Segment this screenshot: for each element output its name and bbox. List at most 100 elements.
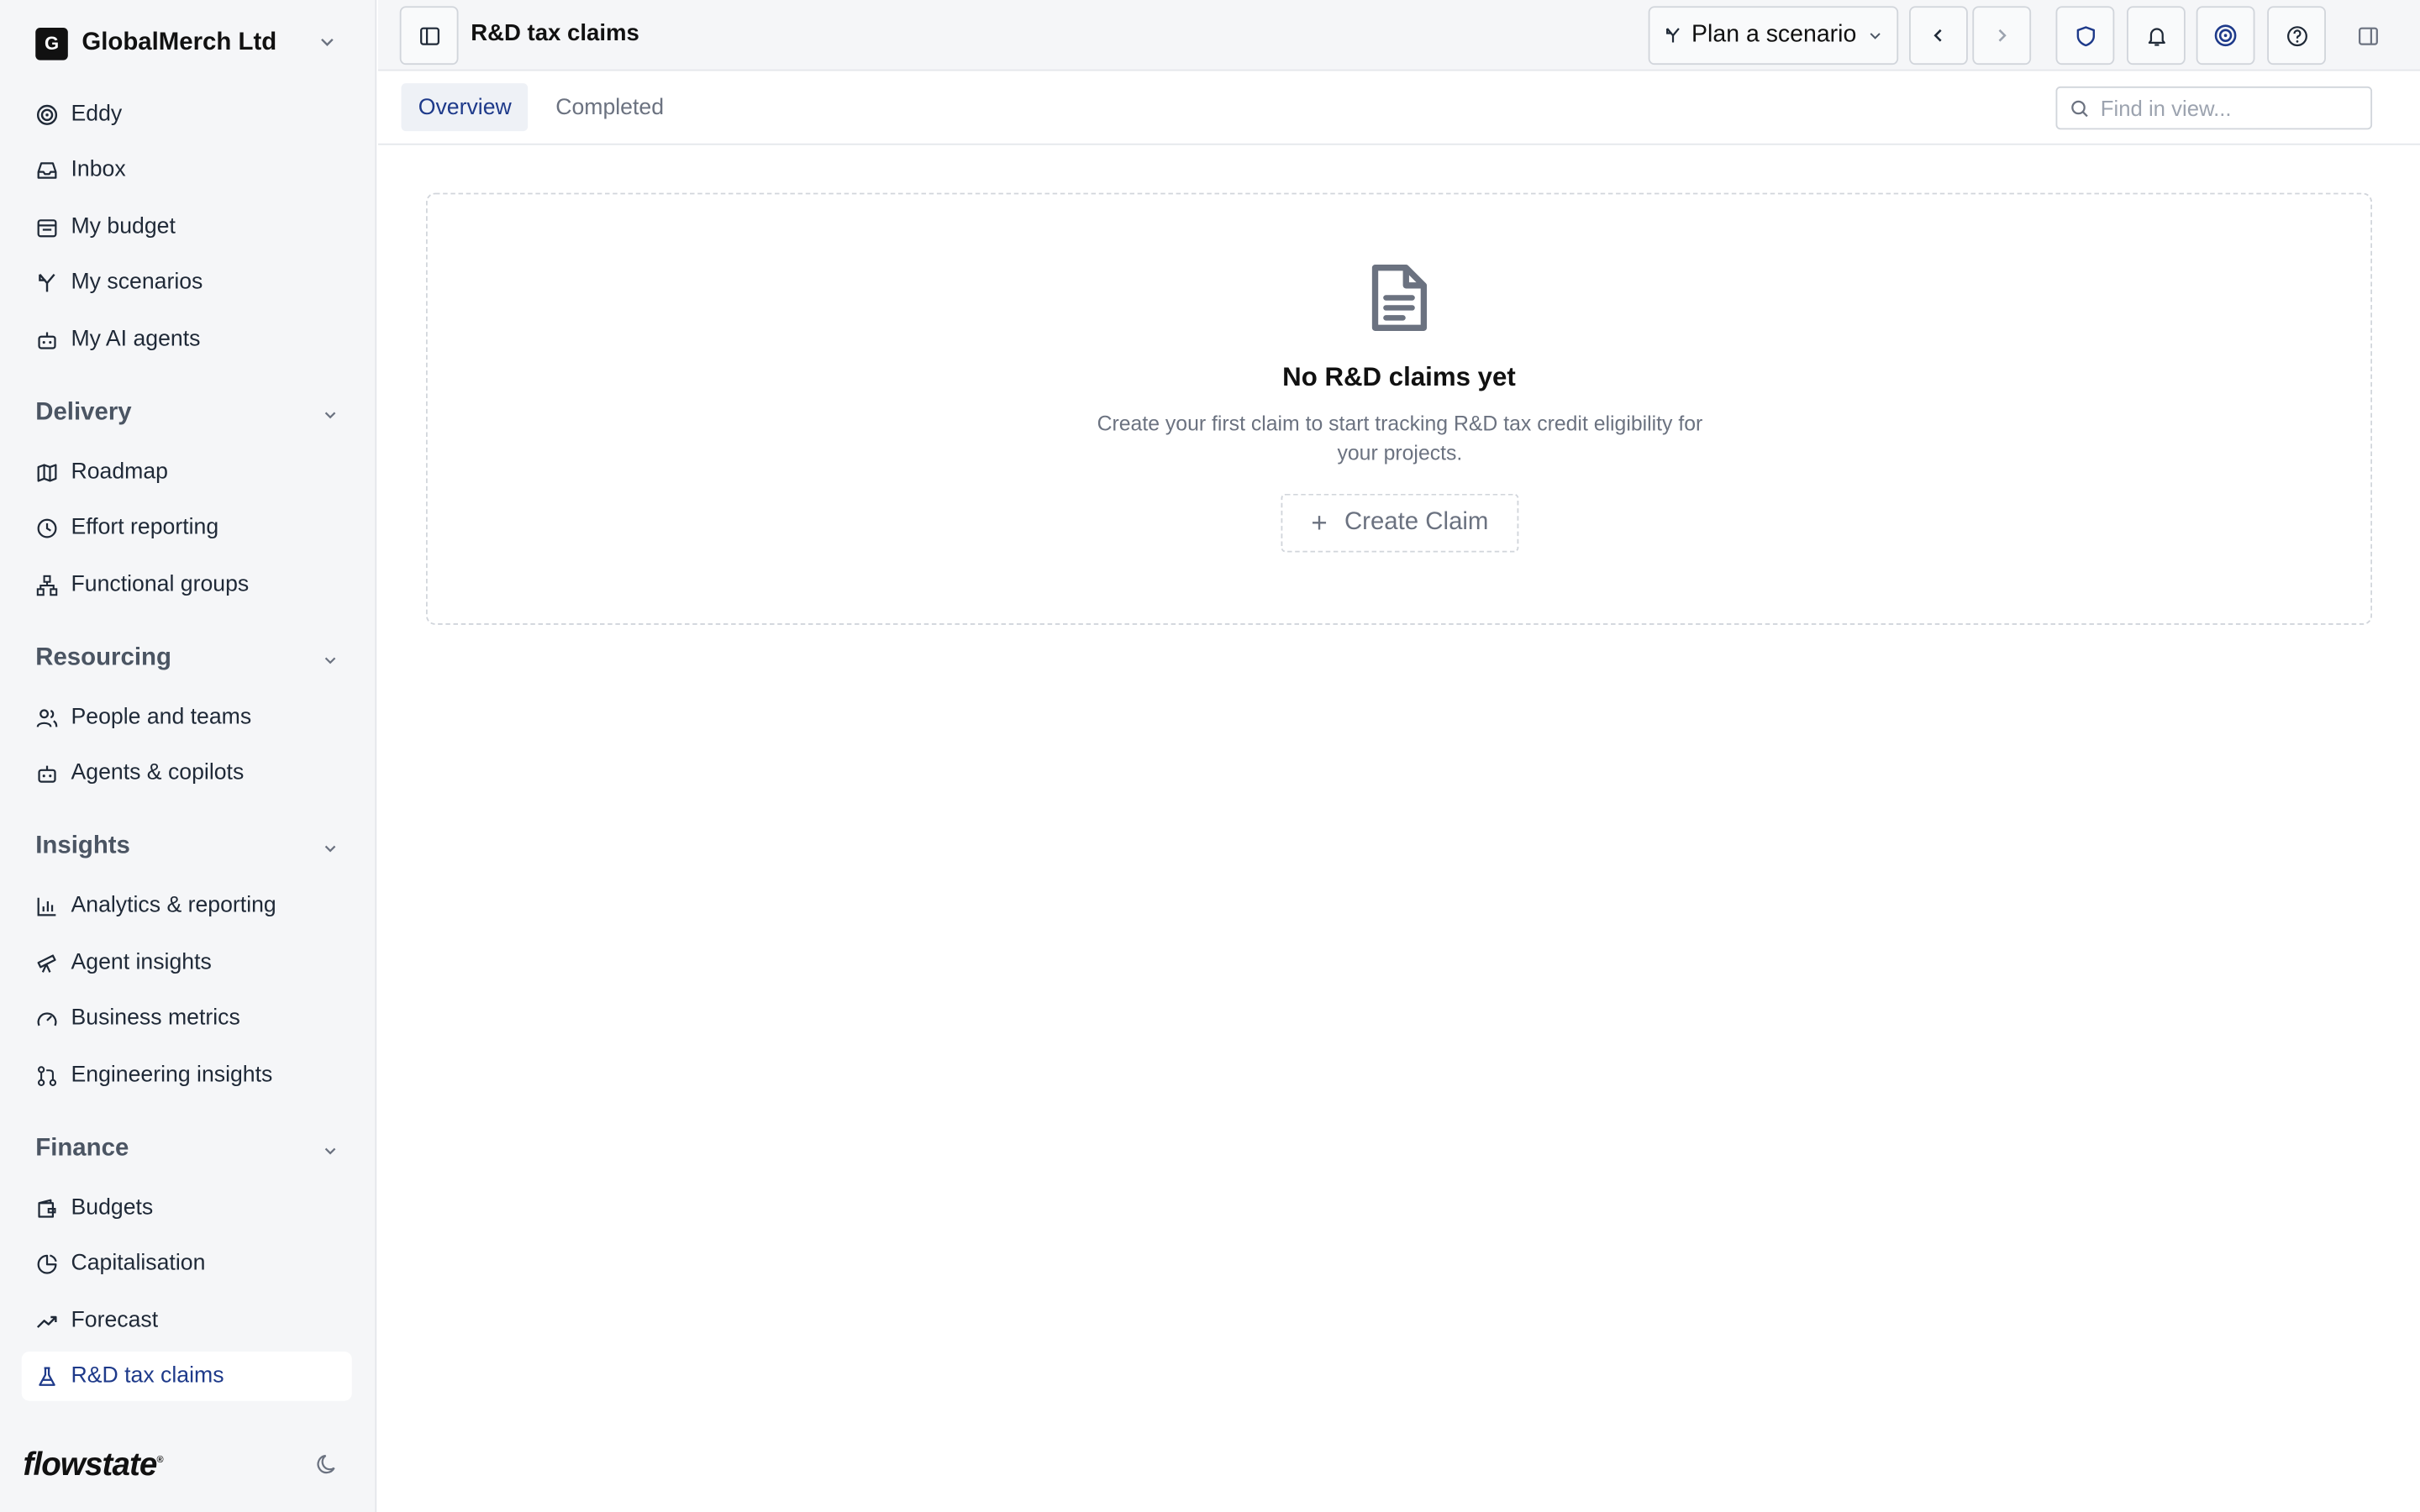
empty-state-description: Create your first claim to start trackin… [1097, 412, 1703, 464]
sidebar-item-label: Eddy [71, 102, 123, 127]
sidebar-icon [419, 26, 439, 45]
search-icon [2071, 99, 2088, 117]
pie-chart-icon [37, 1253, 57, 1273]
chevron-down-icon [324, 845, 336, 853]
chevron-left-icon [1933, 29, 1942, 42]
brand-logo: flowstate® [23, 1446, 164, 1483]
plan-scenario-dropdown[interactable]: Plan a scenario [1648, 6, 1899, 66]
sidebar-item-budgets[interactable]: Budgets [22, 1184, 352, 1233]
sidebar-item-label: Budgets [71, 1195, 154, 1221]
map-icon [37, 463, 57, 481]
sidebar-item-label: Functional groups [71, 572, 250, 597]
sidebar-item-label: Roadmap [71, 459, 168, 485]
sidebar-item-label: Effort reporting [71, 515, 219, 540]
document-icon [1371, 265, 1428, 331]
tab-completed[interactable]: Completed [539, 83, 681, 131]
scenario-label: Plan a scenario [1691, 21, 1857, 48]
robot-icon [38, 331, 56, 349]
find-in-view [2055, 86, 2373, 130]
sidebar: G GlobalMerch Ltd Eddy Inbox My budget M… [0, 0, 377, 1512]
chevron-right-icon [1998, 29, 2007, 42]
people-icon [36, 708, 58, 727]
chevron-down-icon [324, 412, 336, 419]
section-title: Finance [35, 1135, 129, 1163]
budget-icon [37, 218, 57, 237]
sidebar-item-rd-tax-claims[interactable]: R&D tax claims [21, 1351, 352, 1401]
shield-icon [2075, 25, 2095, 46]
sidebar-item-analytics-reporting[interactable]: Analytics & reporting [22, 881, 352, 931]
plus-icon: + [1311, 507, 1328, 538]
clock-icon [37, 517, 57, 538]
swirl-icon [36, 103, 58, 124]
sidebar-item-label: Inbox [71, 157, 126, 182]
sidebar-item-label: Forecast [71, 1308, 159, 1333]
flask-icon [39, 1366, 55, 1385]
trend-up-icon [36, 1315, 57, 1327]
chevron-down-icon [1870, 33, 1881, 39]
section-resourcing[interactable]: Resourcing [22, 636, 352, 682]
chevron-down-icon [321, 38, 334, 46]
org-logo: G [35, 27, 68, 60]
sidebar-item-business-metrics[interactable]: Business metrics [22, 994, 352, 1043]
create-claim-button[interactable]: + Create Claim [1281, 493, 1519, 553]
sidebar-item-inbox[interactable]: Inbox [22, 145, 352, 195]
sidebar-item-people-and-teams[interactable]: People and teams [22, 693, 352, 743]
toggle-right-panel-button[interactable] [2338, 6, 2397, 65]
forward-button[interactable] [1972, 6, 2032, 66]
sidebar-item-label: Agent insights [71, 950, 212, 975]
section-title: Insights [35, 832, 130, 860]
back-button[interactable] [1909, 6, 1968, 66]
branch-icon [1666, 28, 1680, 43]
eddy-assistant-button[interactable] [2196, 6, 2255, 66]
create-claim-label: Create Claim [1344, 509, 1489, 536]
panel-right-icon [2358, 26, 2378, 45]
brand-name: flowstate [23, 1446, 158, 1483]
gauge-icon [37, 1011, 57, 1026]
org-switcher[interactable]: G GlobalMerch Ltd [22, 18, 352, 68]
sidebar-item-label: People and teams [71, 705, 252, 730]
empty-state-title: No R&D claims yet [1282, 362, 1516, 392]
sidebar-item-label: My budget [71, 214, 176, 239]
moon-icon[interactable] [315, 1452, 339, 1476]
section-insights[interactable]: Insights [22, 824, 352, 870]
sidebar-item-effort-reporting[interactable]: Effort reporting [22, 503, 352, 553]
section-finance[interactable]: Finance [22, 1126, 352, 1173]
sidebar-item-label: My AI agents [71, 327, 201, 352]
sidebar-item-functional-groups[interactable]: Functional groups [22, 560, 352, 610]
sidebar-item-agent-insights[interactable]: Agent insights [22, 938, 352, 988]
sidebar-item-label: Engineering insights [71, 1063, 273, 1088]
sidebar-item-my-budget[interactable]: My budget [22, 202, 352, 252]
tab-bar: Overview Completed [378, 72, 2420, 145]
notifications-button[interactable] [2127, 6, 2186, 66]
sidebar-item-capitalisation[interactable]: Capitalisation [22, 1239, 352, 1289]
telescope-icon [37, 953, 56, 972]
swirl-icon [2214, 24, 2237, 47]
bell-icon [2147, 27, 2165, 45]
sidebar-item-my-scenarios[interactable]: My scenarios [22, 258, 352, 307]
security-button[interactable] [2055, 6, 2115, 66]
sidebar-item-label: Capitalisation [71, 1251, 206, 1276]
sidebar-item-roadmap[interactable]: Roadmap [22, 448, 352, 497]
chevron-down-icon [324, 1147, 336, 1155]
sidebar-item-label: Business metrics [71, 1005, 240, 1031]
pull-request-icon [38, 1065, 57, 1086]
sidebar-item-forecast[interactable]: Forecast [22, 1296, 352, 1346]
section-delivery[interactable]: Delivery [22, 391, 352, 437]
sidebar-item-engineering-insights[interactable]: Engineering insights [22, 1051, 352, 1100]
branch-icon [39, 273, 55, 291]
sidebar-item-agents-copilots[interactable]: Agents & copilots [22, 748, 352, 798]
bar-chart-icon [37, 896, 56, 916]
help-button[interactable] [2267, 6, 2326, 66]
toggle-sidebar-button[interactable] [399, 6, 459, 66]
tab-overview[interactable]: Overview [401, 83, 529, 132]
sidebar-item-my-ai-agents[interactable]: My AI agents [22, 315, 352, 365]
sidebar-item-label: Agents & copilots [71, 760, 245, 785]
top-bar: R&D tax claims Plan a scenario [378, 0, 2420, 71]
wallet-icon [38, 1198, 56, 1217]
sidebar-item-label: Analytics & reporting [71, 893, 276, 918]
sidebar-item-eddy[interactable]: Eddy [22, 90, 352, 139]
sidebar-item-label: R&D tax claims [71, 1363, 224, 1389]
page-title: R&D tax claims [471, 19, 639, 47]
search-input[interactable] [2100, 95, 2348, 121]
sidebar-item-label: My scenarios [71, 270, 203, 295]
